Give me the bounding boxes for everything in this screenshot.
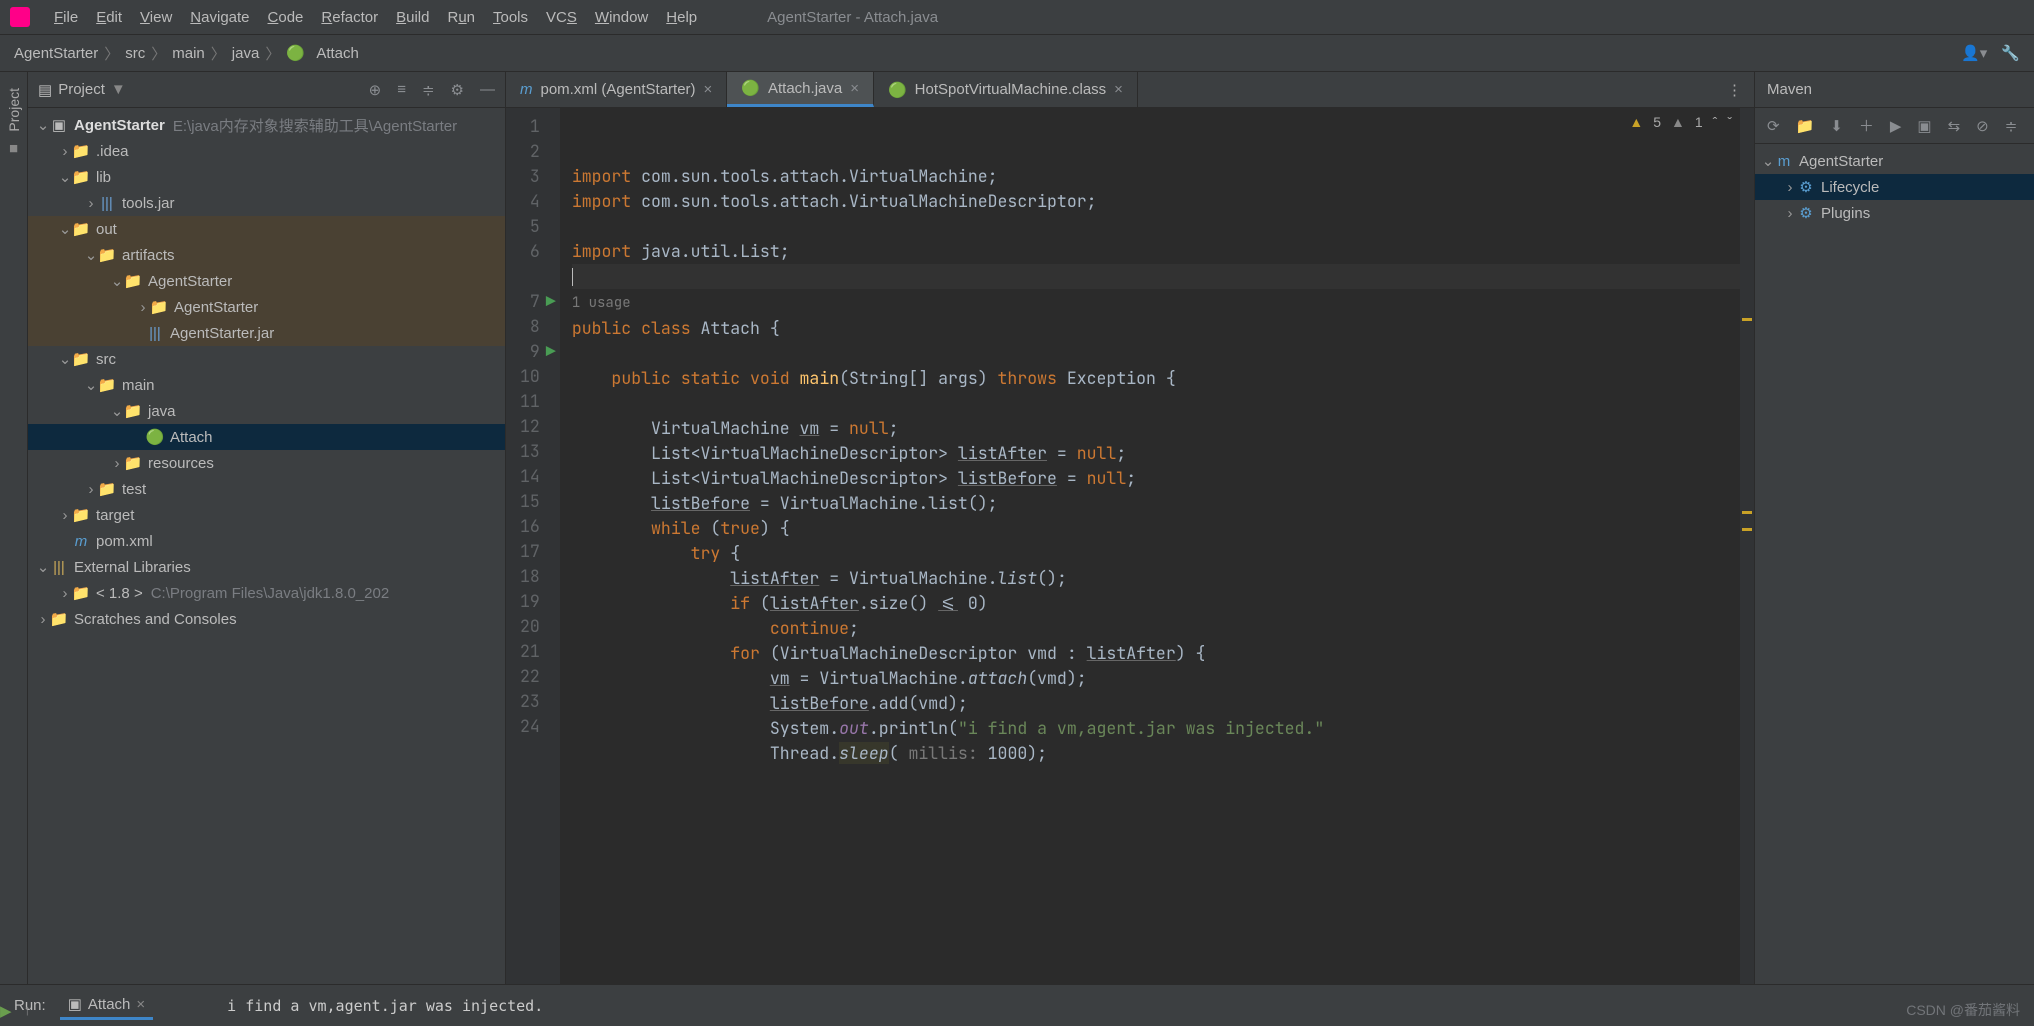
class-icon: 🟢 bbox=[146, 428, 164, 446]
tree-root[interactable]: AgentStarter bbox=[74, 117, 165, 134]
close-icon[interactable]: × bbox=[1114, 81, 1123, 98]
tab-pom[interactable]: mpom.xml (AgentStarter)× bbox=[506, 72, 727, 107]
project-tool-button[interactable]: Project bbox=[6, 88, 22, 132]
collapse-icon[interactable]: ≑ bbox=[422, 81, 435, 99]
dropdown-icon[interactable]: ▼ bbox=[111, 81, 126, 98]
menu-view[interactable]: View bbox=[140, 9, 172, 26]
editor-tabs: mpom.xml (AgentStarter)× 🟢Attach.java× 🟢… bbox=[506, 72, 1754, 108]
up-icon[interactable]: ↑ bbox=[24, 1002, 32, 1020]
watermark: CSDN @番茄酱料 bbox=[1906, 1000, 2020, 1020]
maven-title: Maven bbox=[1767, 81, 1812, 98]
maven-tree[interactable]: ⌄mAgentStarter ›⚙Lifecycle ›⚙Plugins bbox=[1755, 144, 2034, 984]
user-icon[interactable]: 👤▾ bbox=[1961, 44, 1987, 62]
app-icon bbox=[10, 7, 30, 27]
menu-navigate[interactable]: Navigate bbox=[190, 9, 249, 26]
menu-tools[interactable]: Tools bbox=[493, 9, 528, 26]
menu-refactor[interactable]: Refactor bbox=[321, 9, 378, 26]
menu-run[interactable]: Run bbox=[447, 9, 475, 26]
close-icon[interactable]: × bbox=[704, 81, 713, 98]
run-output: i find a vm,agent.jar was injected. bbox=[227, 997, 543, 1015]
settings-icon[interactable]: ⚙ bbox=[451, 81, 464, 99]
left-gutter: Project ■ bbox=[0, 72, 28, 984]
panel-title: Project bbox=[58, 81, 105, 98]
run-tool-window: Run: ▣Attach× ▶ ↑ i find a vm,agent.jar … bbox=[0, 984, 2034, 1026]
tab-hotspot[interactable]: 🟢HotSpotVirtualMachine.class× bbox=[874, 72, 1138, 107]
skip-icon[interactable]: ⊘ bbox=[1976, 117, 1989, 135]
crumb[interactable]: main bbox=[172, 45, 205, 62]
locate-icon[interactable]: ⊕ bbox=[369, 81, 382, 99]
exec-icon[interactable]: ▣ bbox=[1917, 117, 1931, 135]
error-stripe[interactable] bbox=[1740, 108, 1754, 984]
reload-icon[interactable]: ⟳ bbox=[1767, 117, 1780, 135]
gutter: 1234567 ▶89 ▶101112131415161718192021222… bbox=[506, 108, 560, 984]
menu-edit[interactable]: Edit bbox=[96, 9, 122, 26]
menu-code[interactable]: Code bbox=[268, 9, 304, 26]
run-gutter-icon[interactable]: ▶ bbox=[546, 289, 556, 314]
close-icon[interactable]: × bbox=[136, 996, 145, 1013]
download-icon[interactable]: ⬇ bbox=[1830, 117, 1843, 135]
add-icon[interactable]: ＋ bbox=[1859, 115, 1874, 136]
expand-icon[interactable]: ≡ bbox=[397, 81, 406, 99]
search-icon[interactable]: 🔧 bbox=[2001, 44, 2020, 62]
generate-icon[interactable]: 📁 bbox=[1796, 117, 1815, 135]
menu-bar: File Edit View Navigate Code Refactor Bu… bbox=[0, 0, 2034, 34]
tabs-more-icon[interactable]: ⋮ bbox=[1715, 72, 1754, 107]
run-icon[interactable]: ▶ bbox=[1890, 117, 1902, 135]
class-icon: 🟢 bbox=[286, 44, 304, 62]
close-icon[interactable]: × bbox=[850, 80, 859, 97]
hide-icon[interactable]: — bbox=[480, 81, 495, 99]
menu-window[interactable]: Window bbox=[595, 9, 648, 26]
code-content[interactable]: import com.sun.tools.attach.VirtualMachi… bbox=[560, 108, 1740, 984]
crumb[interactable]: java bbox=[232, 45, 260, 62]
window-title: AgentStarter - Attach.java bbox=[767, 9, 938, 26]
toggle-icon[interactable]: ⇆ bbox=[1948, 117, 1961, 135]
crumb[interactable]: AgentStarter bbox=[14, 45, 98, 62]
crumb[interactable]: src bbox=[125, 45, 145, 62]
breadcrumb: AgentStarter〉 src〉 main〉 java〉 🟢 Attach bbox=[14, 43, 359, 64]
editor: mpom.xml (AgentStarter)× 🟢Attach.java× 🟢… bbox=[506, 72, 1754, 984]
tree-item-attach[interactable]: Attach bbox=[170, 429, 213, 446]
rerun-icon[interactable]: ▶ bbox=[0, 1002, 12, 1020]
collapse-icon[interactable]: ≑ bbox=[2005, 117, 2018, 135]
crumb[interactable]: Attach bbox=[316, 45, 359, 62]
tab-attach[interactable]: 🟢Attach.java× bbox=[727, 72, 874, 107]
menu-vcs[interactable]: VCS bbox=[546, 9, 577, 26]
menu-build[interactable]: Build bbox=[396, 9, 429, 26]
navigation-bar: AgentStarter〉 src〉 main〉 java〉 🟢 Attach … bbox=[0, 34, 2034, 72]
menu-file[interactable]: File bbox=[54, 9, 78, 26]
menu-help[interactable]: Help bbox=[666, 9, 697, 26]
run-gutter-icon[interactable]: ▶ bbox=[546, 339, 556, 364]
run-tab[interactable]: ▣Attach× bbox=[60, 991, 153, 1020]
bookmark-icon[interactable]: ■ bbox=[9, 140, 18, 157]
maven-panel: Maven ⟳ 📁 ⬇ ＋ ▶ ▣ ⇆ ⊘ ≑ ⌄mAgentStarter ›… bbox=[1754, 72, 2034, 984]
project-tree[interactable]: ⌄▣AgentStarterE:\java内存对象搜索辅助工具\AgentSta… bbox=[28, 108, 505, 984]
project-panel: ▤ Project ▼ ⊕ ≡ ≑ ⚙ — ⌄▣AgentStarterE:\j… bbox=[28, 72, 506, 984]
project-view-icon: ▤ bbox=[38, 81, 52, 99]
